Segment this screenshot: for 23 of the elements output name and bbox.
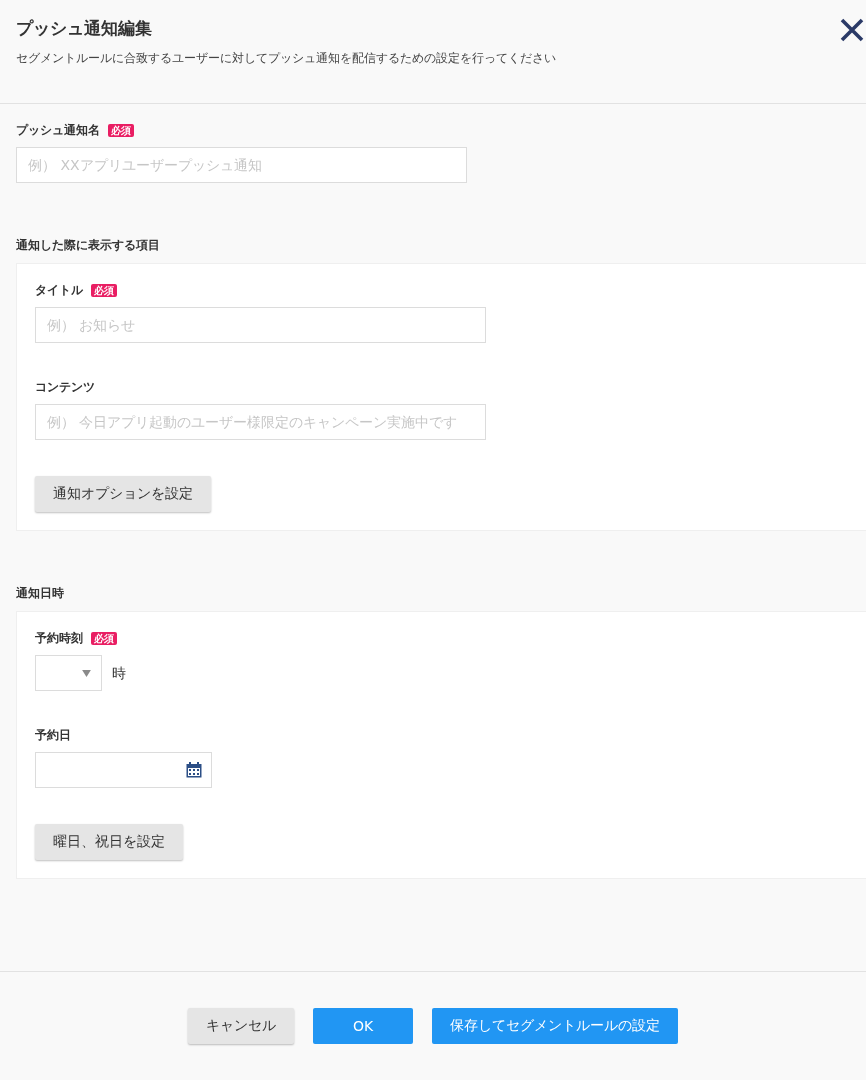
calendar-icon [186,762,202,778]
hour-select[interactable] [35,655,102,691]
date-field[interactable] [35,752,212,788]
dialog-subtitle: セグメントルールに合致するユーザーに対してプッシュ通知を配信するための設定を行ってください [16,50,556,66]
settings-button[interactable]: 通知オプションを設定 [35,476,211,512]
text-input[interactable]: 例） お知らせ [35,307,486,343]
dialog-title: プッシュ通知編集 [16,17,152,40]
field-label: プッシュ通知名 [16,122,100,138]
required-badge: 必須 [108,123,134,137]
field-label: 予約時刻 [35,630,83,646]
cancel-button[interactable]: キャンセル [188,1008,294,1044]
field-label: タイトル [35,282,83,298]
caret-icon [82,669,91,677]
required-badge: 必須 [91,283,117,297]
close-button[interactable] [840,18,864,42]
section-heading: 通知した際に表示する項目 [16,237,160,253]
field-label: 予約日 [35,727,71,743]
section-heading: 通知日時 [16,585,64,601]
unit-label: 時 [112,664,126,682]
required-badge: 必須 [91,631,117,645]
field-label: コンテンツ [35,379,95,395]
settings-button[interactable]: 曜日、祝日を設定 [35,824,183,860]
close-icon [840,18,864,42]
